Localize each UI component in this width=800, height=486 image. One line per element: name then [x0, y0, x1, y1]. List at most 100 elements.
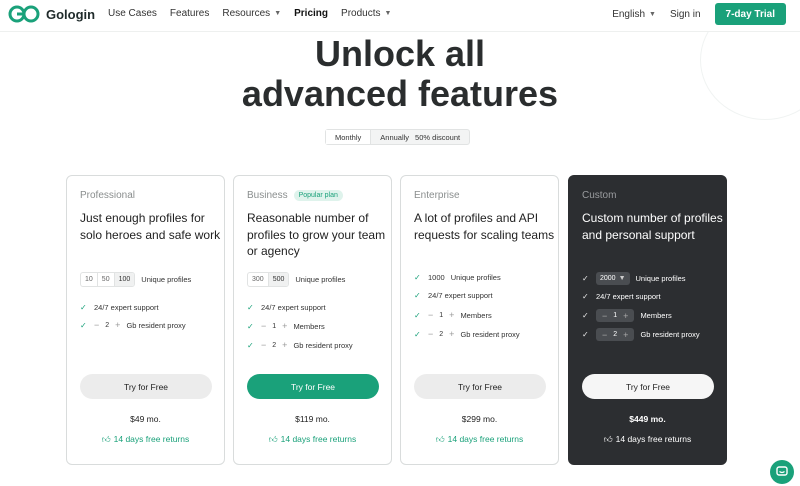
feature-members: ✓ − 1 + Members — [247, 321, 325, 331]
language-selector[interactable]: English ▼ — [612, 9, 656, 20]
nav-label: Resources — [222, 8, 271, 19]
minus-icon[interactable]: − — [94, 320, 99, 330]
plan-description: Just enough profiles for solo heroes and… — [80, 211, 221, 242]
feature-profiles: ✓ 1000 Unique profiles — [414, 273, 501, 282]
plus-icon[interactable]: + — [115, 320, 120, 330]
minus-icon[interactable]: − — [261, 321, 266, 331]
trial-button[interactable]: 7-day Trial — [714, 3, 786, 25]
feature-label: Members — [640, 311, 672, 320]
minus-icon[interactable]: − — [428, 310, 433, 320]
stepper-value: 1 — [613, 312, 618, 319]
proxy-stepper: − 2 + — [596, 328, 635, 341]
plus-icon[interactable]: + — [449, 329, 454, 339]
billing-annually-label: Annually — [380, 132, 410, 142]
gologin-logo-icon — [8, 5, 40, 23]
returns-note: 👍︎ 14 days free returns — [67, 434, 224, 445]
feature-label: Unique profiles — [635, 274, 686, 283]
plan-description: Reasonable number of profiles to grow yo… — [247, 211, 386, 258]
profiles-value: 1000 — [428, 273, 445, 282]
feature-proxy: ✓ − 2 + Gb resident proxy — [80, 320, 186, 330]
plan-card-business: Business Popular plan Reasonable number … — [233, 175, 392, 465]
feature-label: 24/7 expert support — [261, 303, 326, 312]
check-icon: ✓ — [582, 311, 589, 320]
try-free-button[interactable]: Try for Free — [247, 374, 379, 399]
try-free-button[interactable]: Try for Free — [414, 374, 546, 399]
feature-label: 24/7 expert support — [428, 291, 493, 300]
plan-card-professional: Professional Just enough profiles for so… — [66, 175, 225, 465]
profiles-label: Unique profiles — [295, 275, 346, 284]
try-free-button[interactable]: Try for Free — [582, 374, 714, 399]
returns-label: 14 days free returns — [615, 434, 692, 444]
proxy-stepper: − 2 + — [428, 329, 454, 339]
feature-support: ✓ 24/7 expert support — [247, 303, 326, 312]
discount-badge: 50% discount — [415, 132, 461, 142]
check-icon: ✓ — [247, 340, 254, 350]
profiles-dropdown[interactable]: 2000 ▼ — [596, 272, 630, 285]
plan-name-label: Enterprise — [414, 190, 460, 201]
top-navbar: Gologin Use Cases Features Resources ▼ Pr… — [0, 0, 800, 32]
chevron-down-icon: ▼ — [274, 10, 282, 17]
plan-name: Enterprise — [414, 190, 460, 201]
feature-label: Gb resident proxy — [126, 320, 186, 330]
nav-products[interactable]: Products ▼ — [341, 8, 391, 19]
brand-name: Gologin — [46, 6, 96, 22]
proxy-stepper: − 2 + — [261, 340, 287, 350]
minus-icon[interactable]: − — [602, 330, 607, 340]
check-icon: ✓ — [414, 291, 421, 300]
plus-icon[interactable]: + — [623, 311, 628, 321]
billing-annually[interactable]: Annually 50% discount — [371, 130, 469, 144]
plus-icon[interactable]: + — [282, 340, 287, 350]
billing-monthly[interactable]: Monthly — [326, 130, 372, 144]
stepper-value: 1 — [272, 322, 277, 330]
chat-widget-button[interactable] — [770, 460, 794, 484]
check-icon: ✓ — [414, 329, 421, 339]
sign-in-link[interactable]: Sign in — [670, 9, 701, 20]
profile-option[interactable]: 300 — [248, 273, 268, 286]
logo[interactable]: Gologin — [8, 4, 95, 24]
minus-icon[interactable]: − — [602, 311, 607, 321]
feature-profiles: ✓ 2000 ▼ Unique profiles — [582, 272, 686, 285]
returns-label: 14 days free returns — [113, 434, 190, 444]
thumbs-up-icon: 👍︎ — [603, 434, 613, 444]
chevron-down-icon: ▼ — [618, 275, 626, 282]
feature-support: ✓ 24/7 expert support — [414, 291, 493, 300]
feature-label: Gb resident proxy — [460, 329, 520, 339]
feature-label: Gb resident proxy — [293, 340, 353, 350]
nav-use-cases[interactable]: Use Cases — [108, 8, 157, 19]
plan-name-label: Business — [247, 190, 288, 201]
minus-icon[interactable]: − — [428, 329, 433, 339]
plan-price: $299 mo. — [461, 414, 498, 424]
nav-pricing[interactable]: Pricing — [294, 8, 328, 19]
nav-features[interactable]: Features — [170, 8, 209, 19]
check-icon: ✓ — [80, 320, 87, 330]
plan-name: Professional — [80, 190, 135, 201]
check-icon: ✓ — [247, 303, 254, 312]
profile-options: 300 500 — [247, 272, 290, 287]
feature-label: Unique profiles — [450, 273, 501, 282]
profile-option[interactable]: 10 — [81, 273, 97, 286]
feature-proxy: ✓ − 2 + Gb resident proxy — [414, 329, 520, 339]
plus-icon[interactable]: + — [449, 310, 454, 320]
members-stepper: − 1 + — [261, 321, 287, 331]
stepper-value: 2 — [439, 330, 444, 338]
nav-label: Products — [341, 8, 381, 19]
plan-price: $449 mo. — [629, 414, 666, 424]
language-label: English — [612, 8, 646, 20]
profile-option[interactable]: 50 — [96, 273, 114, 286]
check-icon: ✓ — [80, 303, 87, 312]
nav-resources[interactable]: Resources ▼ — [222, 8, 281, 19]
plus-icon[interactable]: + — [623, 330, 628, 340]
plan-description: Custom number of profiles and personal s… — [582, 211, 723, 242]
feature-proxy: ✓ − 2 + Gb resident proxy — [582, 328, 700, 341]
profile-option[interactable]: 100 — [113, 273, 135, 286]
plan-description: A lot of profiles and API requests for s… — [414, 211, 555, 242]
minus-icon[interactable]: − — [261, 340, 266, 350]
plan-price: $49 mo. — [130, 414, 161, 424]
profile-option[interactable]: 500 — [267, 273, 289, 286]
try-free-button[interactable]: Try for Free — [80, 374, 212, 399]
thumbs-up-icon: 👍︎ — [268, 434, 278, 444]
stepper-value: 2 — [272, 341, 277, 349]
returns-label: 14 days free returns — [280, 434, 357, 444]
plus-icon[interactable]: + — [282, 321, 287, 331]
thumbs-up-icon: 👍︎ — [435, 434, 445, 444]
